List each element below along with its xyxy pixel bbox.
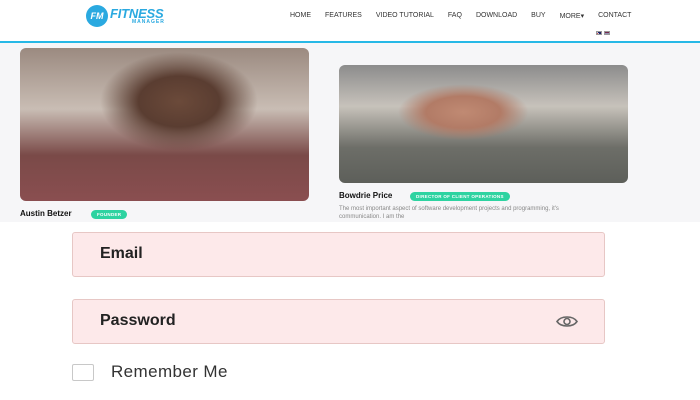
team-member-bio: The most important aspect of software de… bbox=[339, 206, 559, 220]
menu-item-video-tutorial[interactable]: VIDEO TUTORIAL bbox=[376, 12, 441, 20]
logo[interactable]: FM FITNESS MANAGER bbox=[86, 5, 165, 27]
team-member-role-badge: DIRECTOR OF CLIENT OPERATIONS bbox=[410, 192, 510, 201]
password-field[interactable]: Password bbox=[72, 299, 605, 344]
menu-item-faq[interactable]: FAQ bbox=[448, 12, 469, 20]
menu-item-contact[interactable]: CONTACT bbox=[598, 12, 638, 20]
menu-item-download[interactable]: DOWNLOAD bbox=[476, 12, 524, 20]
menu-item-home[interactable]: HOME bbox=[288, 12, 318, 20]
team-member-photo bbox=[339, 65, 628, 183]
top-navbar: FM FITNESS MANAGER HOME FEATURES VIDEO T… bbox=[0, 0, 700, 43]
email-label: Email bbox=[100, 245, 143, 262]
logo-badge: FM bbox=[86, 5, 108, 27]
language-switcher bbox=[596, 31, 610, 35]
website-preview: FM FITNESS MANAGER HOME FEATURES VIDEO T… bbox=[0, 0, 700, 222]
team-member-name: Austin Betzer bbox=[20, 209, 72, 218]
logo-subtitle: MANAGER bbox=[132, 19, 165, 25]
english-flag-icon[interactable] bbox=[596, 31, 602, 35]
team-member-role-badge: FOUNDER bbox=[91, 210, 128, 219]
menu-item-more[interactable]: MORE▾ bbox=[560, 12, 592, 20]
password-label: Password bbox=[100, 312, 176, 329]
menu-item-features[interactable]: FEATURES bbox=[325, 12, 369, 20]
remember-me-label[interactable]: Remember Me bbox=[111, 362, 228, 382]
remember-me: Remember Me bbox=[72, 362, 228, 382]
main-menu: HOME FEATURES VIDEO TUTORIAL FAQ DOWNLOA… bbox=[288, 12, 645, 20]
menu-item-buy[interactable]: BUY bbox=[531, 12, 552, 20]
eye-icon[interactable] bbox=[556, 314, 578, 329]
serbian-flag-icon[interactable] bbox=[604, 31, 610, 35]
remember-me-checkbox[interactable] bbox=[72, 363, 94, 381]
email-field[interactable]: Email bbox=[72, 232, 605, 277]
team-member-name: Bowdrie Price bbox=[339, 191, 393, 200]
team-member-photo bbox=[20, 48, 309, 201]
